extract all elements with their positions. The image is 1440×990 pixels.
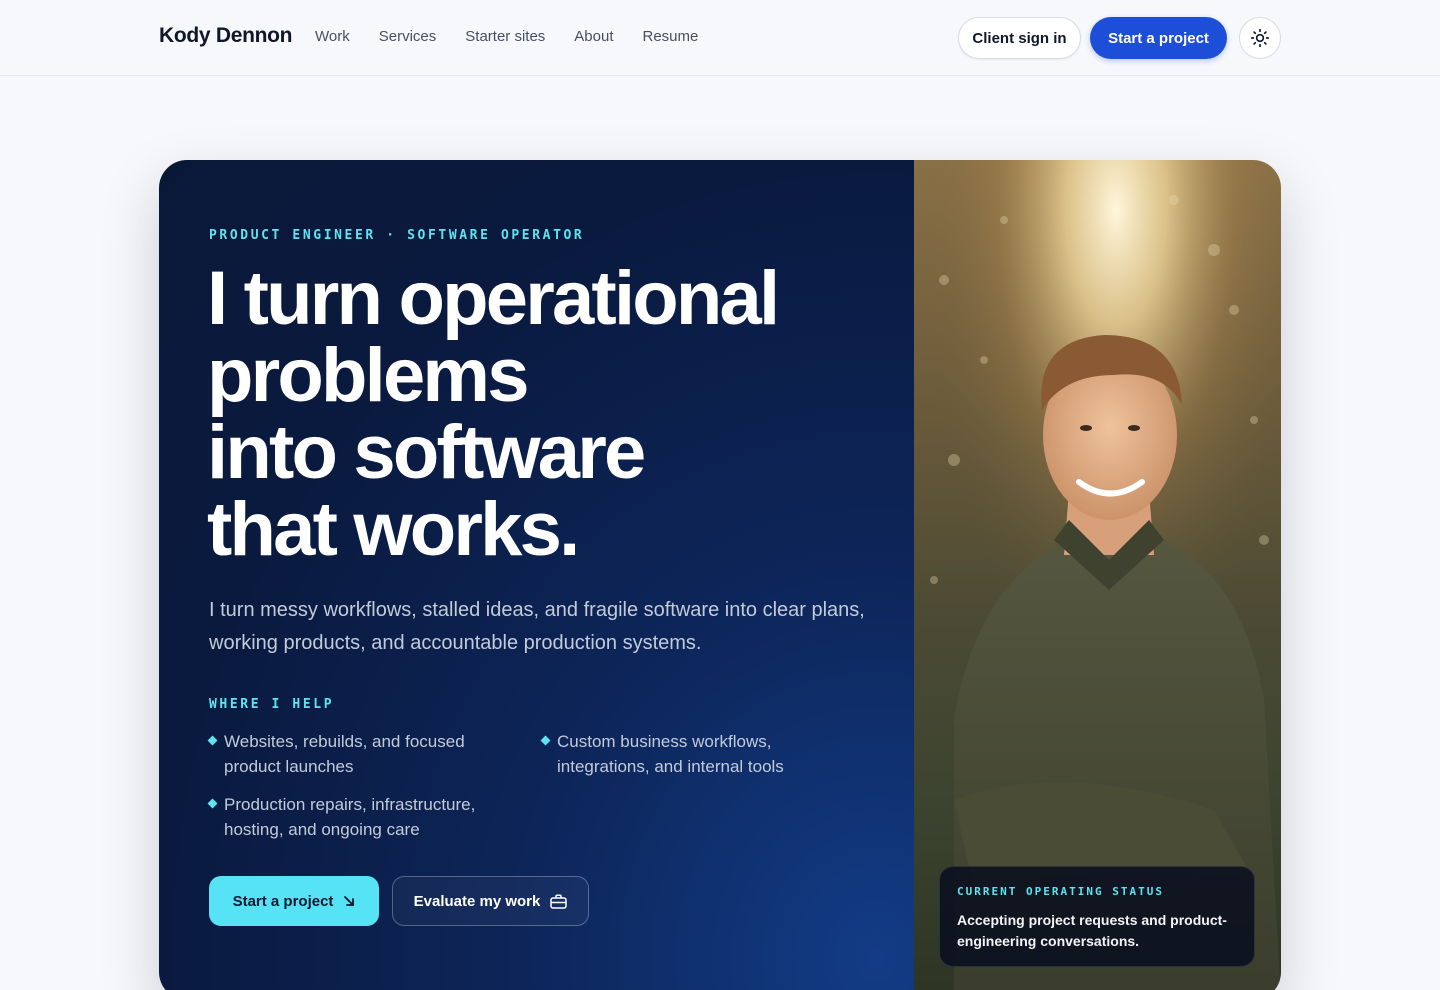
diamond-bullet-icon bbox=[207, 735, 218, 746]
nav-starter-sites[interactable]: Starter sites bbox=[465, 28, 545, 45]
status-text: Accepting project requests and product-e… bbox=[957, 912, 1227, 949]
headline-line-2: problems bbox=[207, 333, 529, 418]
nav-resume[interactable]: Resume bbox=[643, 28, 699, 45]
headline-line-4: that works. bbox=[207, 487, 580, 572]
briefcase-icon bbox=[550, 893, 568, 909]
nav-about[interactable]: About bbox=[574, 28, 613, 45]
client-sign-in-button[interactable]: Client sign in bbox=[958, 17, 1081, 59]
diamond-bullet-icon bbox=[207, 798, 218, 809]
site-header: Kody Dennon Work Services Starter sites … bbox=[0, 0, 1440, 76]
headline-line-1: I turn operational bbox=[207, 256, 780, 341]
hero-lede: I turn messy workflows, stalled ideas, a… bbox=[209, 599, 865, 654]
start-project-label: Start a project bbox=[232, 892, 334, 910]
sun-icon bbox=[1250, 28, 1270, 48]
help-item: Production repairs, infrastructure, host… bbox=[207, 792, 499, 842]
start-project-button-header[interactable]: Start a project bbox=[1090, 17, 1227, 59]
where-i-help-label: WHERE I HELP bbox=[209, 697, 335, 712]
hero-content-panel: PRODUCT ENGINEER · SOFTWARE OPERATOR I t… bbox=[159, 160, 914, 990]
evaluate-work-label: Evaluate my work bbox=[413, 892, 541, 910]
nav-services[interactable]: Services bbox=[379, 28, 437, 45]
help-item-text: Custom business workflows, integrations,… bbox=[557, 732, 784, 776]
brand-logo[interactable]: Kody Dennon bbox=[159, 24, 293, 48]
hero-headline: I turn operational problems into softwar… bbox=[207, 260, 887, 568]
main-nav: Work Services Starter sites About Resume bbox=[315, 28, 727, 45]
theme-toggle-button[interactable] bbox=[1239, 17, 1281, 59]
status-label: CURRENT OPERATING STATUS bbox=[957, 885, 1164, 898]
diamond-bullet-icon bbox=[540, 735, 551, 746]
hero-eyebrow: PRODUCT ENGINEER · SOFTWARE OPERATOR bbox=[209, 228, 585, 243]
help-item: Custom business workflows, integrations,… bbox=[540, 729, 812, 779]
help-item-text: Websites, rebuilds, and focused product … bbox=[224, 732, 465, 776]
hero-card: PRODUCT ENGINEER · SOFTWARE OPERATOR I t… bbox=[159, 160, 1281, 990]
help-item: Websites, rebuilds, and focused product … bbox=[207, 729, 499, 779]
operating-status-card: CURRENT OPERATING STATUS Accepting proje… bbox=[939, 866, 1255, 967]
arrow-down-right-icon bbox=[344, 896, 355, 906]
start-project-button[interactable]: Start a project bbox=[209, 876, 379, 926]
nav-work[interactable]: Work bbox=[315, 28, 350, 45]
help-item-text: Production repairs, infrastructure, host… bbox=[224, 795, 476, 839]
evaluate-work-button[interactable]: Evaluate my work bbox=[392, 876, 589, 926]
headline-line-3: into software bbox=[207, 410, 646, 495]
